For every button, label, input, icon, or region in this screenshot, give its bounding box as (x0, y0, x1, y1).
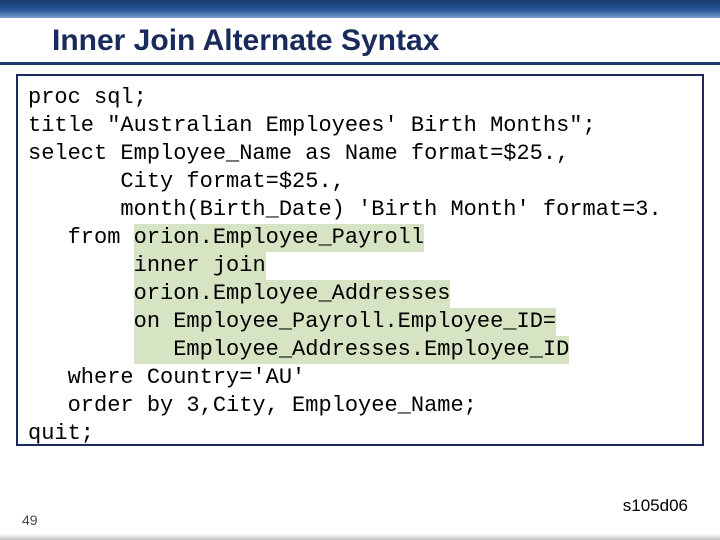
code-highlight: inner join (134, 252, 266, 280)
code-line: proc sql; (28, 85, 147, 110)
code-highlight: Employee_Addresses.Employee_ID (134, 336, 570, 364)
code-line: order by 3,City, Employee_Name; (28, 393, 477, 418)
code-line: City format=$25., (28, 169, 345, 194)
page-number: 49 (22, 512, 38, 528)
code-highlight: orion.Employee_Addresses (134, 280, 451, 308)
code-line: title "Australian Employees' Birth Month… (28, 113, 596, 138)
top-banner (0, 0, 720, 18)
bottom-shadow (0, 534, 720, 540)
title-underline (0, 62, 720, 65)
footer-code: s105d06 (623, 496, 688, 516)
code-line-prefix: from (28, 225, 134, 250)
code-line: where Country='AU' (28, 365, 305, 390)
code-block: proc sql; title "Australian Employees' B… (16, 74, 704, 446)
code-line: quit; (28, 421, 94, 446)
code-highlight: on Employee_Payroll.Employee_ID= (134, 308, 556, 336)
code-highlight: orion.Employee_Payroll (134, 224, 424, 252)
slide-title: Inner Join Alternate Syntax (52, 24, 439, 58)
code-line: select Employee_Name as Name format=$25.… (28, 141, 569, 166)
code-line: month(Birth_Date) 'Birth Month' format=3… (28, 197, 662, 222)
